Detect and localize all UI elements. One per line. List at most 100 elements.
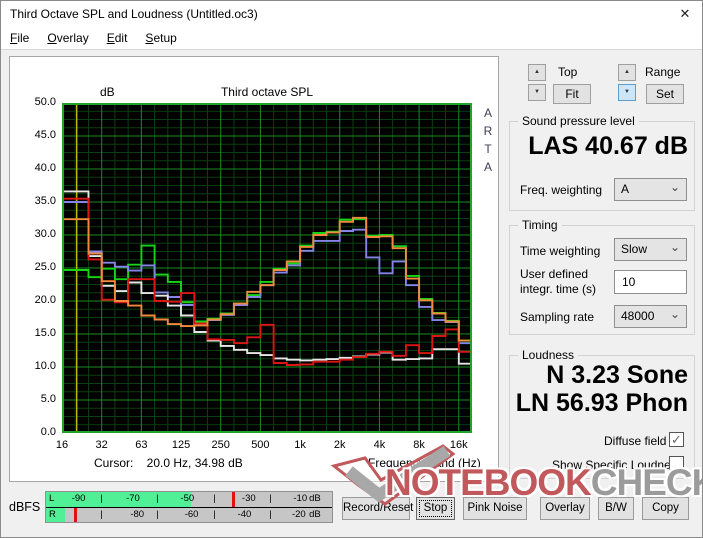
meter-scale-label: -50 [180, 493, 195, 504]
spl-value: LAS 40.67 dB [528, 132, 688, 160]
show-specific-loudness-checkbox[interactable] [669, 456, 684, 471]
diffuse-field-label: Diffuse field [604, 434, 667, 448]
x-tick-label: 63 [135, 439, 148, 451]
title-bar: Third Octave SPL and Loudness (Untitled.… [1, 1, 702, 27]
freq-weighting-dropdown[interactable]: A ⌄ [614, 178, 687, 201]
menu-item-setup[interactable]: Setup [136, 27, 185, 50]
x-tick-label: 1k [294, 439, 306, 451]
integr-time-label-line2: integr. time (s) [520, 282, 597, 296]
window-title: Third Octave SPL and Loudness (Untitled.… [10, 7, 258, 21]
meter-scale-label: -90 [71, 493, 86, 504]
top-label: Top [558, 65, 578, 79]
overlay-button[interactable]: Overlay [540, 497, 590, 520]
meter-tick: | [156, 509, 159, 520]
dbfs-label: dBFS [9, 500, 41, 514]
app-window: Third Octave SPL and Loudness (Untitled.… [0, 0, 703, 538]
x-tick-label: 2k [333, 439, 346, 451]
pink-noise-button[interactable]: Pink Noise [463, 497, 527, 520]
x-tick-label: 16 [55, 439, 69, 451]
meter-tick: | [156, 493, 159, 504]
meter-scale-label: -20 [291, 509, 306, 520]
chart-title: Third octave SPL [220, 85, 314, 99]
meter-scale-label: -10 [293, 493, 308, 504]
spl-plot-area[interactable] [62, 103, 472, 433]
stop-button[interactable]: Stop [416, 497, 455, 520]
meter-scale-label: -70 [126, 493, 140, 504]
meter-tick: | [100, 509, 103, 520]
integr-time-label-line1: User defined [520, 267, 589, 281]
x-axis-title: Frequency band (Hz) [368, 456, 481, 470]
meter-tick: | [213, 493, 216, 504]
meter-scale-label: -60 [184, 509, 199, 520]
close-icon[interactable]: ✕ [674, 5, 696, 23]
y-tick-label: 15.0 [34, 327, 56, 339]
arta-watermark: ARTA [483, 106, 493, 174]
x-tick-label: 250 [211, 439, 230, 451]
time-weighting-value: Slow [621, 242, 648, 256]
meter-scale-label: -80 [130, 509, 145, 520]
top-spin-down-button[interactable]: ▼ [528, 84, 546, 101]
meter-level-bar [46, 492, 191, 507]
y-tick-label: 30.0 [34, 228, 56, 240]
range-spin-down-button[interactable]: ▼ [618, 84, 636, 101]
meter-tick: | [100, 493, 103, 504]
loudness-phon-value: LN 56.93 Phon [515, 389, 688, 417]
y-tick-label: 5.0 [40, 393, 56, 405]
meter-peak-marker [74, 508, 78, 522]
x-tick-label: 500 [251, 439, 270, 451]
time-weighting-dropdown[interactable]: Slow ⌄ [614, 238, 687, 261]
meter-tick: | [269, 493, 272, 504]
meter-scale-label: -40 [237, 509, 252, 520]
sampling-rate-value: 48000 [621, 309, 655, 323]
chevron-down-icon: ⌄ [669, 240, 680, 254]
loudness-group-label: Loudness [518, 348, 579, 362]
chevron-down-icon: ⌄ [669, 180, 680, 194]
range-label: Range [645, 65, 681, 79]
spl-group-label: Sound pressure level [518, 114, 639, 128]
sampling-rate-label: Sampling rate [520, 310, 595, 324]
diffuse-field-checkbox[interactable]: ✓ [669, 432, 684, 447]
y-tick-label: 20.0 [34, 294, 56, 306]
meter-row-r: R -80 -60 -40 -20 | | | | dB [46, 508, 332, 522]
meter-channel-label: R [49, 509, 56, 520]
meter-unit-label: dB [309, 493, 321, 504]
menu-item-edit[interactable]: Edit [98, 27, 137, 50]
menu-bar: File Overlay Edit Setup [1, 27, 702, 50]
meter-tick: | [213, 509, 216, 520]
chart-panel: dB Third octave SPL 50.0 45.0 40.0 35.0 30.0… [9, 56, 499, 482]
meter-tick: | [269, 509, 272, 520]
freq-weighting-label: Freq. weighting [520, 183, 603, 197]
copy-button[interactable]: Copy [642, 497, 689, 520]
menu-item-file[interactable]: File [1, 27, 38, 50]
loudness-sone-value: N 3.23 Sone [546, 361, 688, 389]
show-specific-loudness-label: Show Specific Loudness [552, 458, 683, 472]
integr-time-input[interactable]: 10 [614, 270, 687, 294]
y-tick-label: 45.0 [34, 129, 56, 141]
time-weighting-label: Time weighting [520, 244, 601, 258]
x-tick-label: 4k [373, 439, 386, 451]
top-spin-up-button[interactable]: ▲ [528, 64, 546, 81]
record-reset-button[interactable]: Record/Reset [342, 497, 413, 520]
timing-group-label: Timing [518, 218, 562, 232]
fit-button[interactable]: Fit [553, 84, 591, 104]
meter-peak-marker [232, 492, 236, 507]
y-tick-label: 10.0 [34, 360, 56, 372]
y-tick-label: 25.0 [34, 261, 56, 273]
x-tick-label: 32 [95, 439, 108, 451]
b-w-button[interactable]: B/W [598, 497, 634, 520]
meter-row-l: L -90 -70 -50 -30 -10 | | | | dB [46, 492, 332, 508]
menu-item-overlay[interactable]: Overlay [38, 27, 97, 50]
level-meter: L -90 -70 -50 -30 -10 | | | | dB R -80 -60 -40 -20 | | | | d… [45, 491, 333, 523]
range-spin-up-button[interactable]: ▲ [618, 64, 636, 81]
y-tick-label: 0.0 [40, 426, 56, 438]
x-tick-label: 16k [449, 439, 468, 451]
sampling-rate-dropdown[interactable]: 48000 ⌄ [614, 305, 687, 328]
set-button[interactable]: Set [646, 84, 684, 104]
cursor-readout: Cursor: 20.0 Hz, 34.98 dB [94, 456, 243, 470]
y-tick-label: 35.0 [34, 195, 56, 207]
meter-unit-label: dB [309, 509, 321, 520]
y-tick-label: 40.0 [34, 162, 56, 174]
meter-scale-label: -30 [241, 493, 256, 504]
y-tick-label: 50.0 [34, 96, 56, 108]
x-tick-label: 8k [413, 439, 425, 451]
